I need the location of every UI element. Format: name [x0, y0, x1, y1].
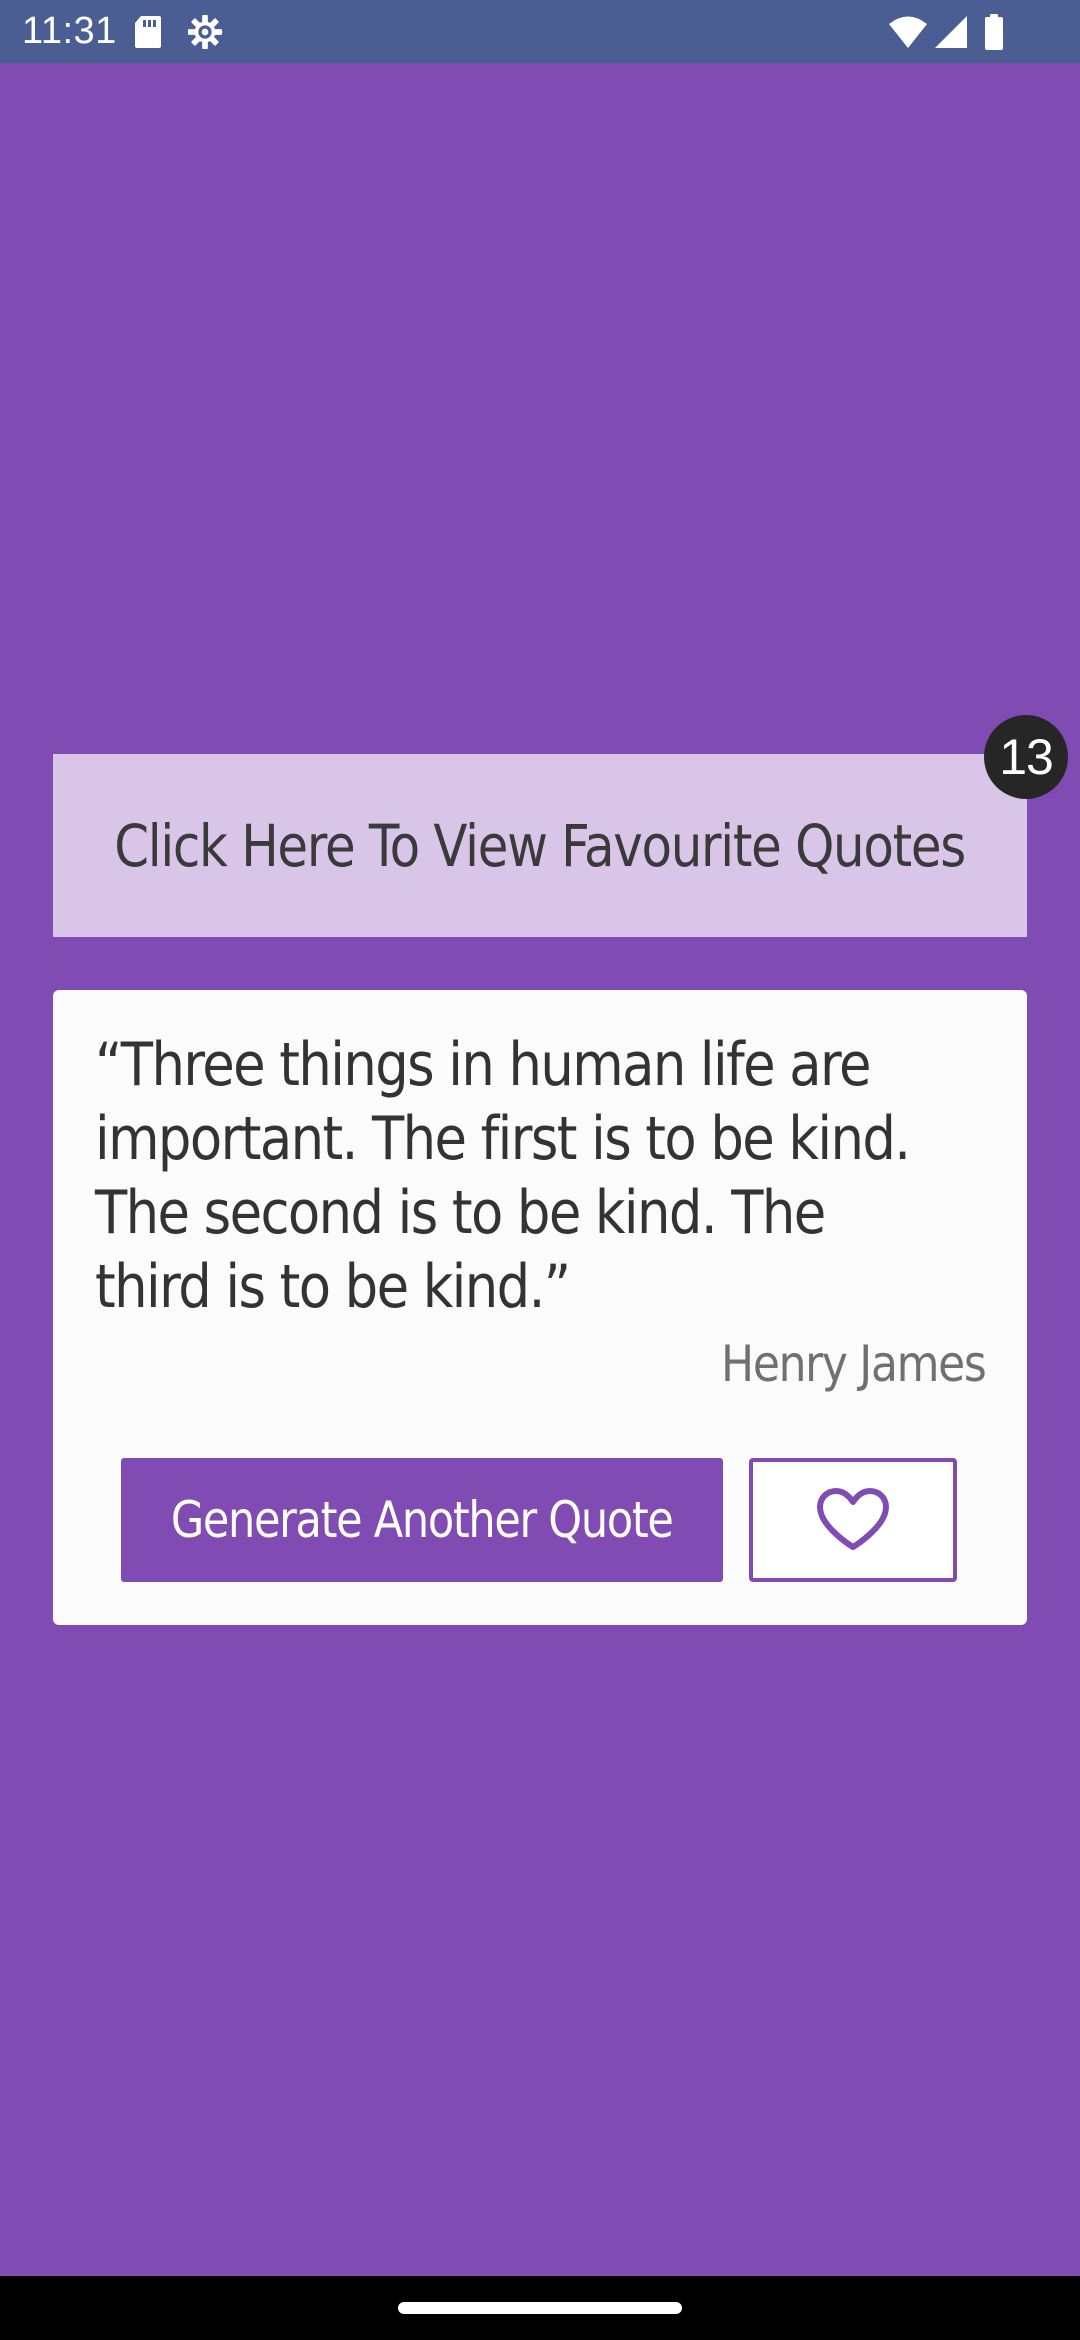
status-time: 11:31	[22, 10, 117, 52]
view-favourites-label: Click Here To View Favourite Quotes	[114, 811, 967, 880]
generate-quote-label: Generate Another Quote	[171, 1491, 674, 1549]
generate-quote-button[interactable]: Generate Another Quote	[121, 1458, 723, 1582]
quote-text: “Three things in human life are importan…	[95, 1030, 911, 1322]
cellular-signal-icon	[935, 16, 967, 48]
view-favourites-button[interactable]: Click Here To View Favourite Quotes	[53, 754, 1027, 937]
quote-author: Henry James	[720, 1335, 987, 1393]
quote-card: “Three things in human life are importan…	[53, 990, 1027, 1625]
battery-icon	[985, 14, 1003, 50]
settings-gear-icon	[187, 14, 223, 50]
sd-card-icon	[135, 16, 161, 48]
home-gesture-handle[interactable]	[398, 2302, 682, 2314]
favourites-count-badge: 13	[984, 715, 1068, 799]
wifi-icon	[889, 16, 927, 48]
heart-outline-icon	[817, 1488, 889, 1550]
status-bar: 11:31	[0, 0, 1080, 63]
add-favourite-button[interactable]	[749, 1458, 957, 1582]
